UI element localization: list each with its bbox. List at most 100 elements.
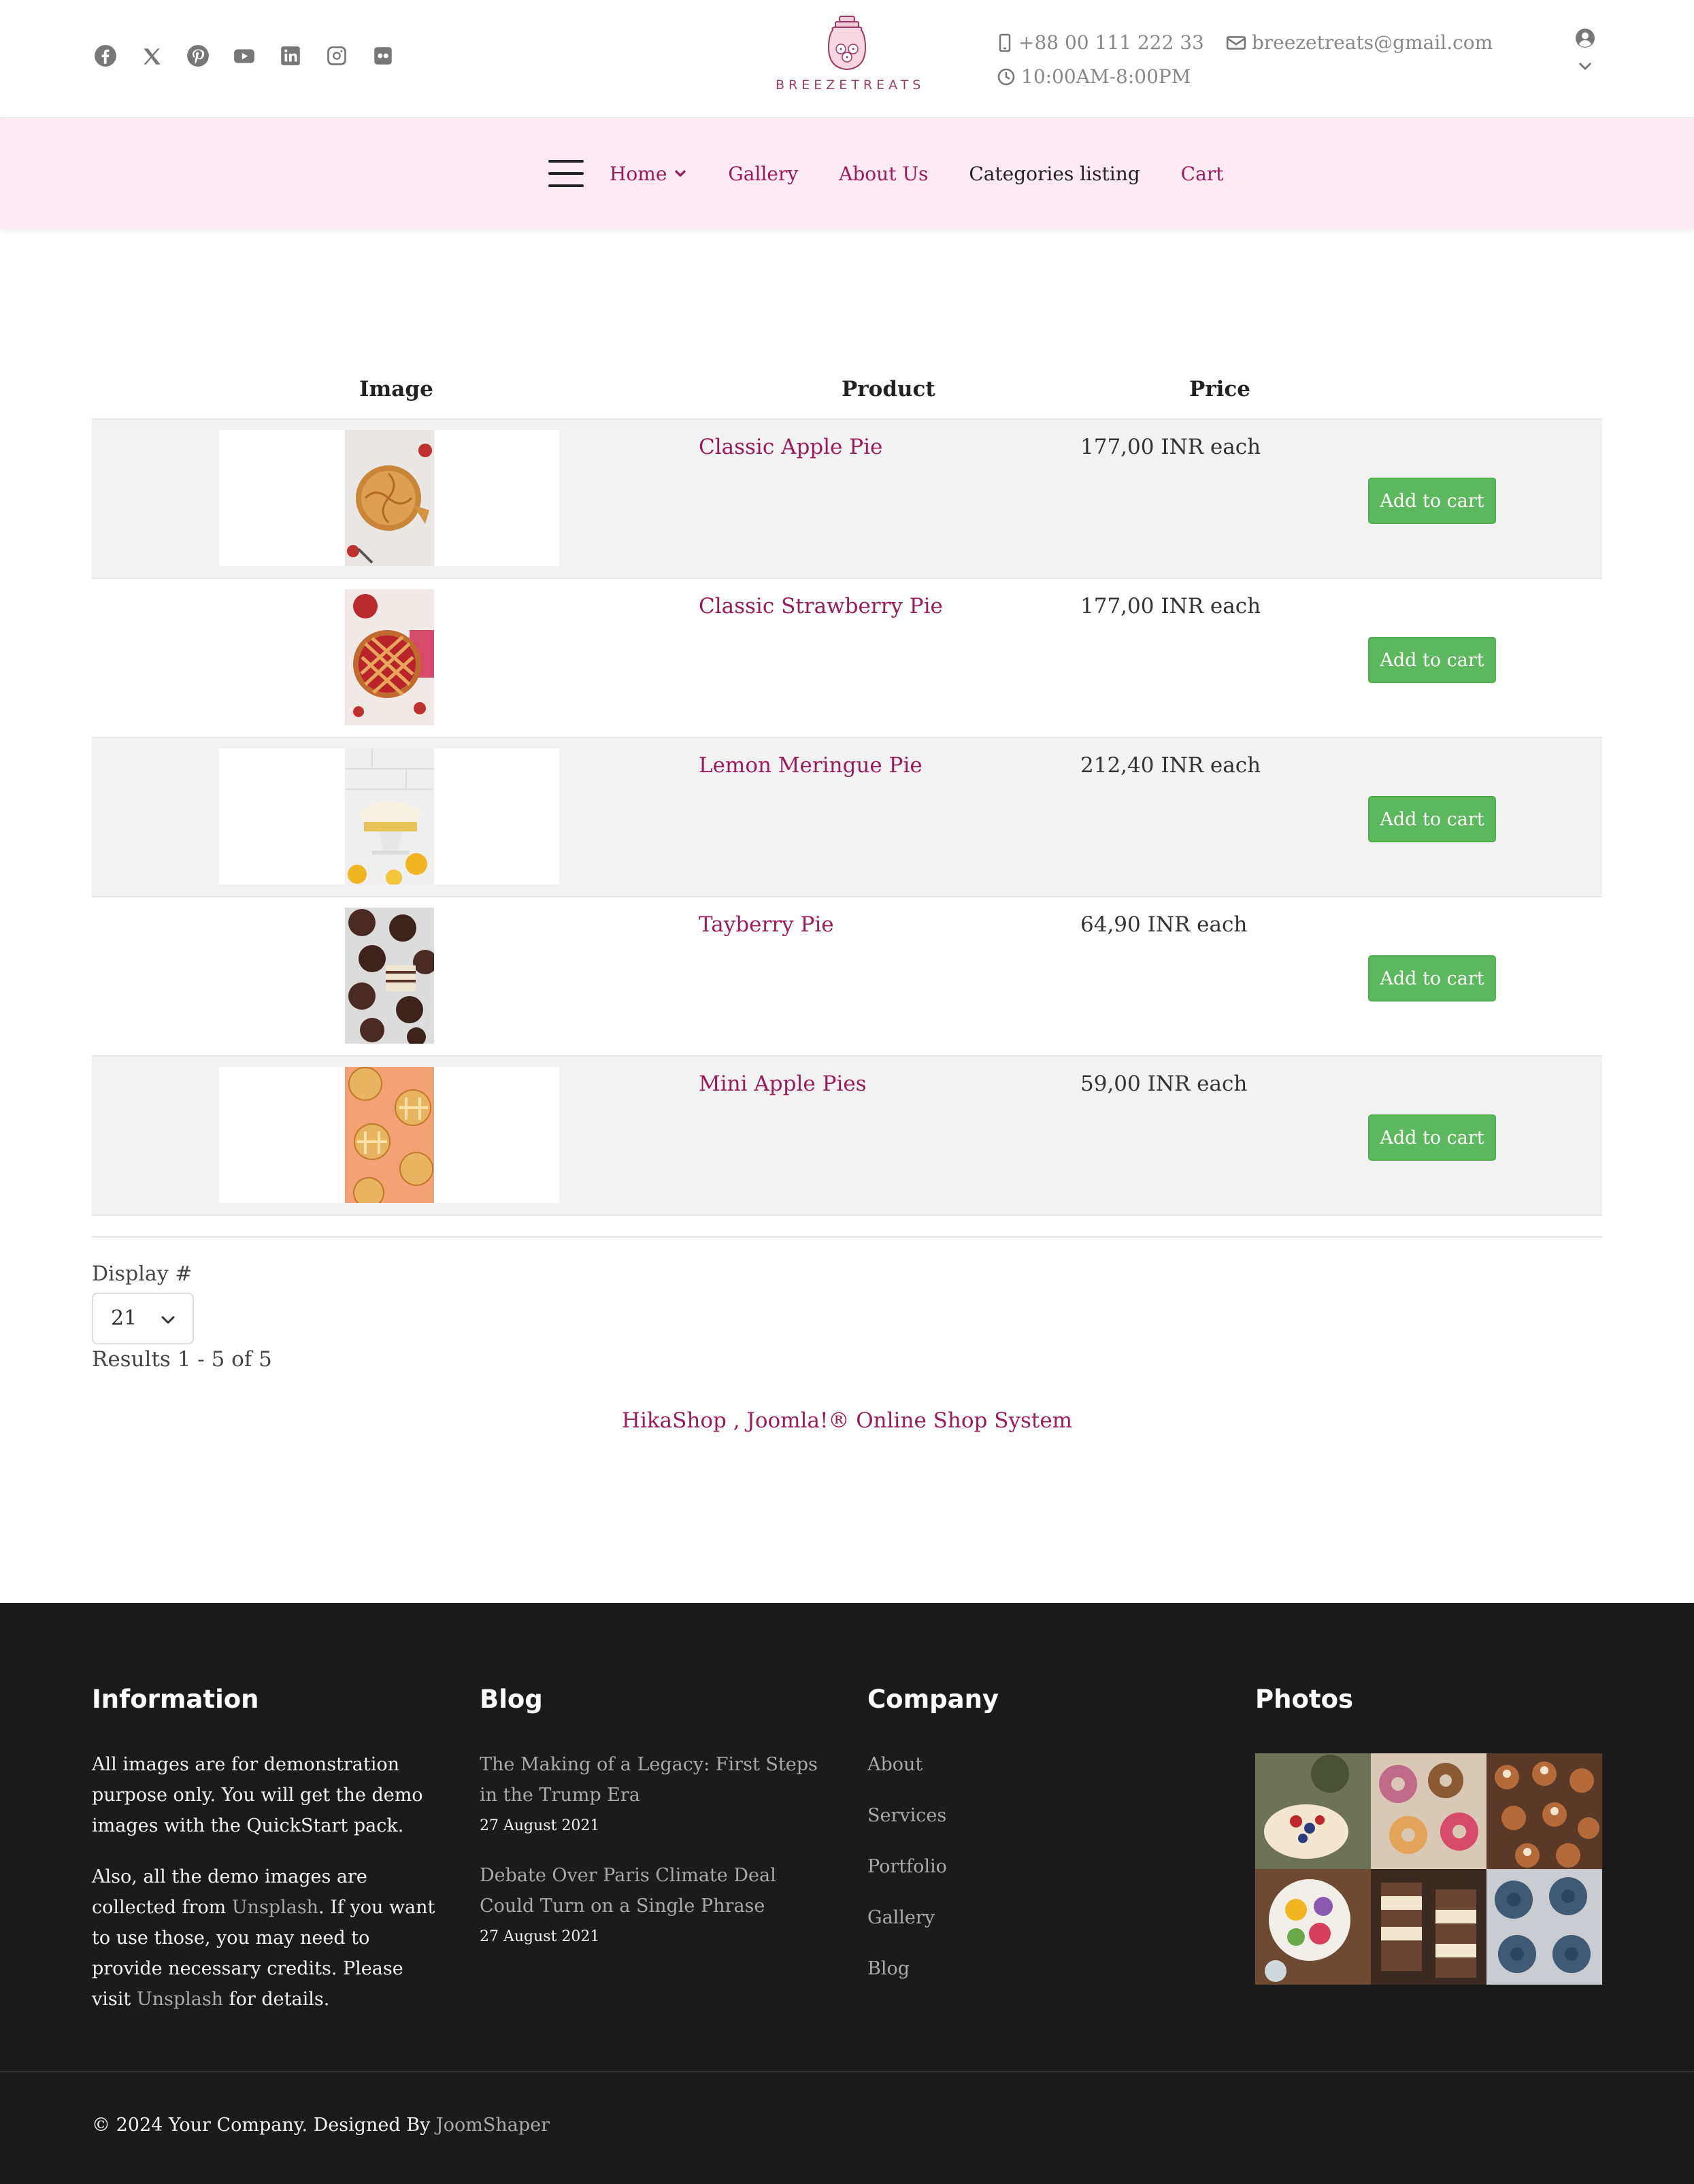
youtube-icon[interactable] xyxy=(231,42,258,69)
envelope-icon xyxy=(1226,36,1246,50)
user-menu-toggle[interactable] xyxy=(1573,27,1597,75)
gallery-photo[interactable] xyxy=(1487,1869,1602,1985)
footer-heading-photos: Photos xyxy=(1255,1685,1354,1714)
nav-item-about-us[interactable]: About Us xyxy=(839,163,928,185)
photo-grid xyxy=(1255,1753,1602,1985)
nav-item-home[interactable]: Home xyxy=(610,163,687,185)
table-row: Tayberry Pie 64,90 INR each Add to cart xyxy=(92,897,1602,1057)
product-image-mini-apple-pies[interactable] xyxy=(345,1067,434,1203)
footer-link-about[interactable]: About xyxy=(867,1749,999,1800)
nav-item-gallery[interactable]: Gallery xyxy=(728,163,798,185)
table-row: Classic Strawberry Pie 177,00 INR each A… xyxy=(92,579,1602,738)
information-paragraph: Also, all the demo images are collected … xyxy=(92,1866,435,2010)
powered-by-link[interactable]: HikaShop , Joomla!® Online Shop System xyxy=(0,1408,1694,1433)
blog-post-date: 27 August 2021 xyxy=(480,1928,600,1945)
gallery-photo[interactable] xyxy=(1255,1753,1371,1869)
user-circle-icon xyxy=(1576,29,1595,48)
clock-icon xyxy=(997,68,1015,86)
footer-company: Company About Services Portfolio Gallery… xyxy=(867,1685,999,2004)
footer-blog: Blog The Making of a Legacy: First Steps… xyxy=(480,1685,833,1945)
product-image-cell xyxy=(219,1067,559,1203)
add-to-cart-button[interactable]: Add to cart xyxy=(1368,1114,1496,1161)
x-twitter-icon[interactable] xyxy=(138,42,165,69)
copyright: © 2024 Your Company. Designed By JoomSha… xyxy=(92,2115,550,2136)
footer-heading-information: Information xyxy=(92,1685,259,1714)
product-link-mini-apple-pies[interactable]: Mini Apple Pies xyxy=(699,1072,867,1096)
product-price: 177,00 INR each xyxy=(1080,594,1261,618)
table-row: Lemon Meringue Pie 212,40 INR each Add t… xyxy=(92,738,1602,897)
facebook-icon[interactable] xyxy=(92,42,119,69)
display-count-label: Display # xyxy=(92,1262,193,1286)
product-price: 59,00 INR each xyxy=(1080,1072,1248,1096)
contact-info: +88 00 111 222 33 breezetreats@gmail.com… xyxy=(997,26,1493,94)
chevron-down-icon xyxy=(161,1316,175,1324)
footer-photos: Photos xyxy=(1255,1685,1602,1985)
pinterest-icon[interactable] xyxy=(184,42,212,69)
footer-link-portfolio[interactable]: Portfolio xyxy=(867,1851,999,1902)
gallery-photo[interactable] xyxy=(1255,1869,1371,1985)
add-to-cart-button[interactable]: Add to cart xyxy=(1368,637,1496,683)
footer-heading-company: Company xyxy=(867,1685,999,1714)
product-link-lemon-meringue-pie[interactable]: Lemon Meringue Pie xyxy=(699,753,923,778)
social-links xyxy=(92,42,397,69)
gallery-photo[interactable] xyxy=(1371,1869,1487,1985)
nav-item-cart[interactable]: Cart xyxy=(1181,163,1224,185)
email-address[interactable]: breezetreats@gmail.com xyxy=(1252,26,1493,60)
product-image-cell xyxy=(219,589,559,725)
product-price: 212,40 INR each xyxy=(1080,753,1261,778)
hamburger-menu-icon[interactable] xyxy=(548,160,584,187)
phone-number[interactable]: +88 00 111 222 33 xyxy=(1018,26,1204,60)
unsplash-link[interactable]: Unsplash xyxy=(232,1897,318,1918)
add-to-cart-button[interactable]: Add to cart xyxy=(1368,796,1496,842)
instagram-icon[interactable] xyxy=(323,42,350,69)
blog-post-date: 27 August 2021 xyxy=(480,1817,600,1834)
product-image-cell xyxy=(219,430,559,566)
blog-post: The Making of a Legacy: First Steps in t… xyxy=(480,1749,833,1834)
table-header: Image Product Price xyxy=(92,361,1602,420)
blog-post-title[interactable]: The Making of a Legacy: First Steps in t… xyxy=(480,1754,818,1806)
nav-item-label: Home xyxy=(610,162,667,185)
product-price: 64,90 INR each xyxy=(1080,912,1248,937)
add-to-cart-button[interactable]: Add to cart xyxy=(1368,478,1496,524)
nav-item-categories-listing[interactable]: Categories listing xyxy=(969,163,1140,185)
product-link-classic-apple-pie[interactable]: Classic Apple Pie xyxy=(699,435,882,459)
footer-link-blog[interactable]: Blog xyxy=(867,1953,999,2004)
product-link-classic-strawberry-pie[interactable]: Classic Strawberry Pie xyxy=(699,594,943,618)
opening-hours: 10:00AM-8:00PM xyxy=(1021,65,1191,88)
gallery-photo[interactable] xyxy=(1487,1753,1602,1869)
logo-text: BREEZETREATS xyxy=(776,78,925,93)
footer-divider xyxy=(0,2071,1694,2072)
blog-post-title[interactable]: Debate Over Paris Climate Deal Could Tur… xyxy=(480,1865,776,1917)
product-image-tayberry-pie[interactable] xyxy=(345,908,434,1044)
column-header-product: Product xyxy=(842,377,935,401)
footer-heading-blog: Blog xyxy=(480,1685,543,1714)
top-bar: BREEZETREATS +88 00 111 222 33 breezetre… xyxy=(0,0,1694,118)
table-row: Mini Apple Pies 59,00 INR each Add to ca… xyxy=(92,1057,1602,1216)
column-header-price: Price xyxy=(1189,377,1251,401)
product-image-strawberry-pie[interactable] xyxy=(345,589,434,725)
footer-link-services[interactable]: Services xyxy=(867,1800,999,1851)
product-image-cell xyxy=(219,908,559,1044)
product-link-tayberry-pie[interactable]: Tayberry Pie xyxy=(699,912,834,937)
flickr-icon[interactable] xyxy=(369,42,397,69)
product-image-lemon-meringue-pie[interactable] xyxy=(345,748,434,884)
results-count: Results 1 - 5 of 5 xyxy=(92,1347,272,1372)
product-image-cell xyxy=(219,748,559,884)
product-table: Image Product Price Classic Apple Pie 17… xyxy=(92,361,1602,1216)
linkedin-icon[interactable] xyxy=(277,42,304,69)
display-count-select[interactable]: 21 xyxy=(92,1293,194,1344)
information-paragraph: All images are for demonstration purpose… xyxy=(92,1754,423,1836)
add-to-cart-button[interactable]: Add to cart xyxy=(1368,955,1496,1002)
cookie-jar-logo-icon xyxy=(827,16,867,71)
footer-link-gallery[interactable]: Gallery xyxy=(867,1902,999,1953)
footer-information: Information All images are for demonstra… xyxy=(92,1685,439,2015)
designer-link[interactable]: JoomShaper xyxy=(436,2115,550,2136)
chevron-down-icon xyxy=(675,170,686,177)
product-price: 177,00 INR each xyxy=(1080,435,1261,459)
display-count-value: 21 xyxy=(111,1306,137,1330)
gallery-photo[interactable] xyxy=(1371,1753,1487,1869)
unsplash-link[interactable]: Unsplash xyxy=(137,1989,223,2010)
site-footer: Information All images are for demonstra… xyxy=(0,1603,1694,2184)
product-image-apple-pie[interactable] xyxy=(345,430,434,566)
brand-logo[interactable]: BREEZETREATS xyxy=(776,15,925,93)
